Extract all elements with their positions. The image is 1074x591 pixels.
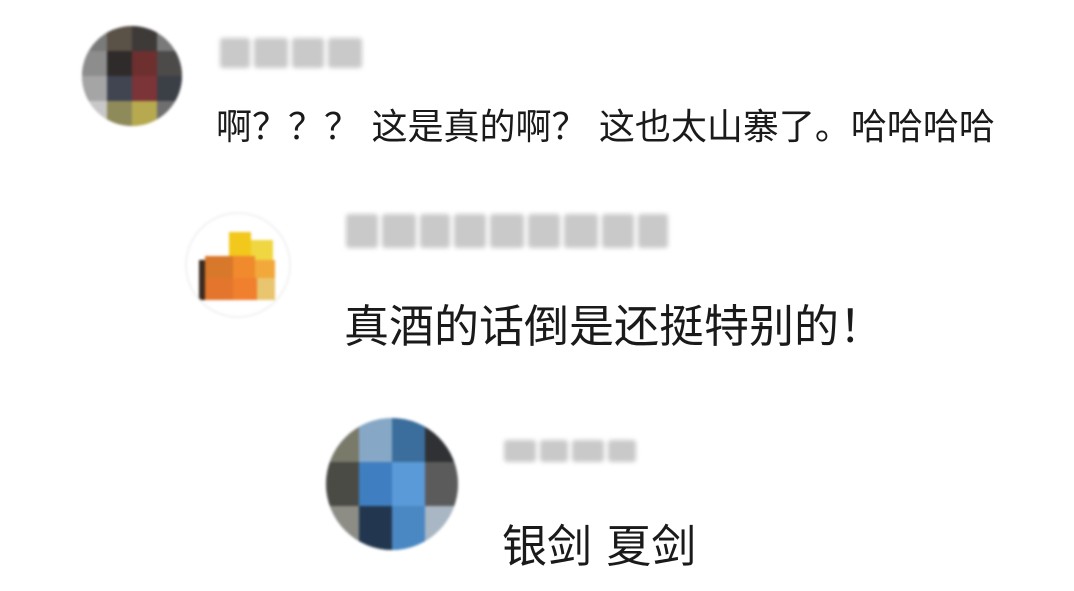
- username[interactable]: [220, 38, 366, 68]
- username[interactable]: [346, 214, 672, 248]
- avatar[interactable]: [326, 418, 458, 550]
- avatar[interactable]: [82, 26, 182, 126]
- comment-text: 真酒的话倒是还挺特别的！: [344, 300, 885, 353]
- username[interactable]: momo: [504, 440, 640, 462]
- comment-text: 银剑 夏剑: [502, 520, 697, 573]
- comment-text: 啊？？？ 这是真的啊？ 这也太山寨了。哈哈哈哈: [216, 107, 995, 148]
- avatar[interactable]: [187, 214, 289, 316]
